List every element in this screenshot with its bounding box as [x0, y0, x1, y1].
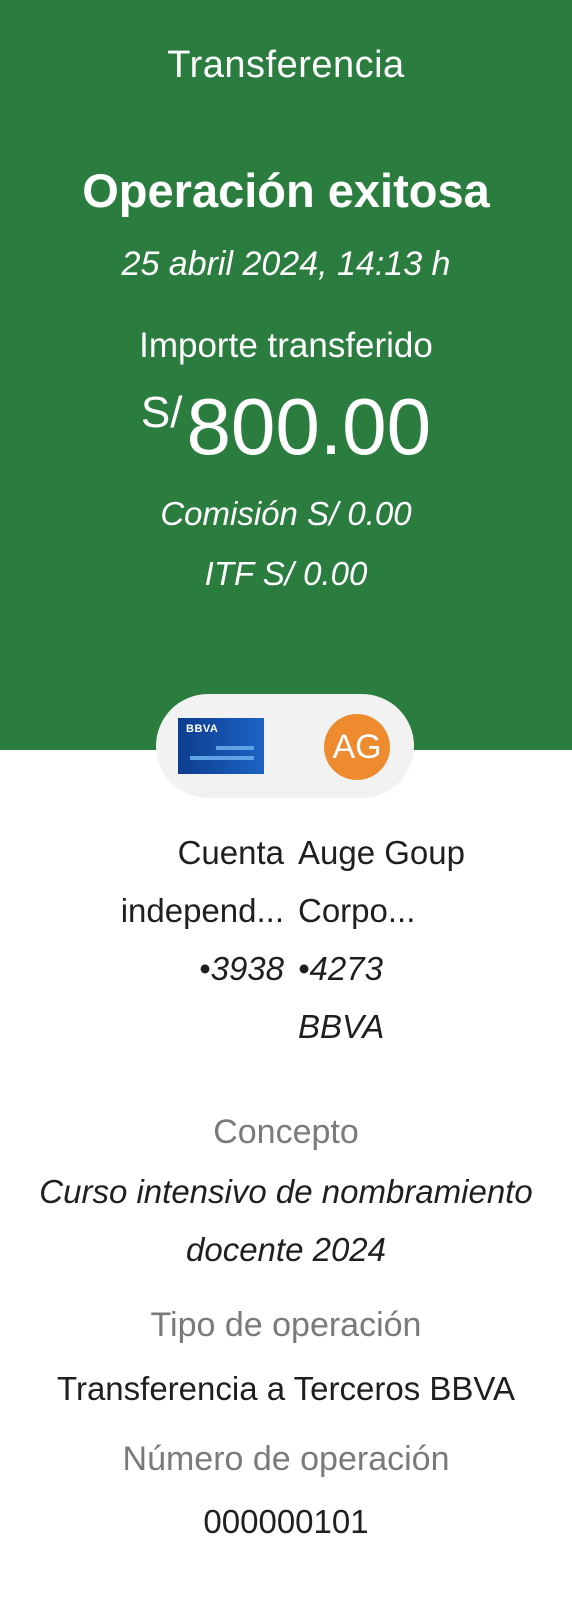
destination-account-number: •4273	[298, 950, 383, 987]
operation-datetime: 25 abril 2024, 14:13 h	[121, 245, 451, 283]
operation-type-value: Transferencia a Terceros BBVA	[57, 1370, 515, 1407]
operation-number-label: Número de operación	[122, 1440, 450, 1478]
concept-value: Curso intensivo de nombramiento docente …	[39, 1173, 533, 1268]
destination-account-name-line2: Corpo...	[298, 892, 416, 929]
origin-account-number: •3938	[199, 950, 284, 987]
operation-status: Operación exitosa	[82, 164, 490, 217]
origin-account: Cuenta independ... •3938	[121, 824, 284, 998]
amount-label: Importe transferido	[139, 326, 433, 365]
card-stripe	[216, 746, 254, 750]
success-header: Transferencia Operación exitosa 25 abril…	[0, 0, 572, 750]
commission-text: Comisión S/ 0.00	[160, 495, 412, 532]
bank-card-icon: BBVA	[178, 718, 264, 774]
accounts-pill: BBVA AG	[156, 694, 414, 798]
destination-account-name-line1: Auge Goup	[298, 834, 465, 871]
amount-value: 800.00	[186, 382, 432, 471]
card-stripe	[190, 756, 254, 760]
operation-type-label: Tipo de operación	[150, 1306, 422, 1344]
bank-logo-text: BBVA	[186, 723, 219, 735]
origin-account-name-line1: Cuenta	[177, 834, 284, 871]
itf-text: ITF S/ 0.00	[204, 555, 368, 592]
avatar: AG	[324, 714, 390, 780]
currency-symbol: S/	[140, 388, 183, 437]
origin-account-name-line2: independ...	[120, 892, 284, 929]
transferred-amount: S/800.00	[0, 382, 572, 472]
concept-label: Concepto	[213, 1113, 359, 1151]
destination-bank: BBVA	[298, 1008, 385, 1045]
operation-number-value: 000000101	[203, 1503, 369, 1540]
screen-title: Transferencia	[167, 44, 405, 86]
destination-account: Auge Goup Corpo... •4273 BBVA	[298, 824, 465, 1056]
